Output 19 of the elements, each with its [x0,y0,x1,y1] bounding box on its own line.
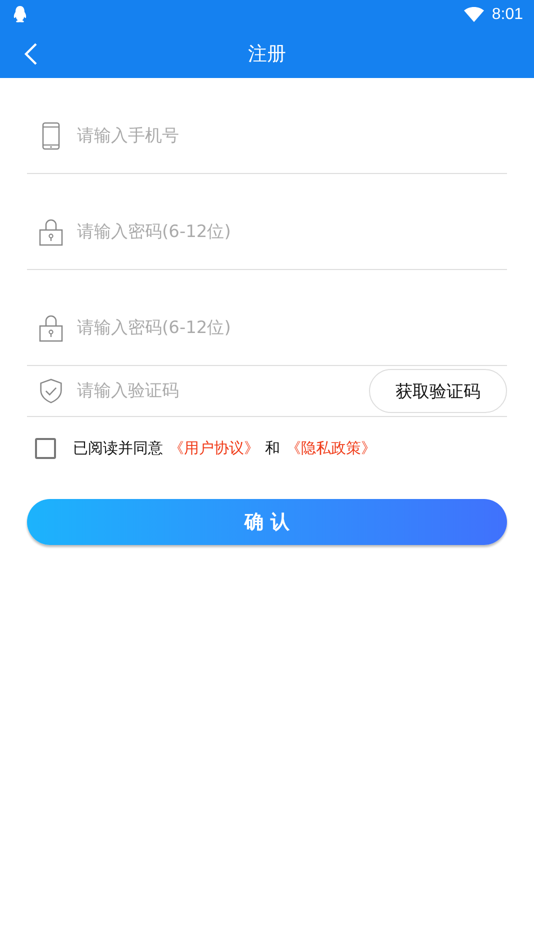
input-field[interactable]: 请输入密码(6-12位) [75,316,507,338]
back-icon[interactable] [24,42,38,66]
page-title: 注册 [248,42,286,67]
status-time: 8:01 [492,6,523,24]
penguin-icon [12,5,28,25]
shield-check-icon [39,377,63,405]
agreement-text: 已阅读并同意 [73,438,163,458]
wifi-icon [464,7,484,23]
get-code-button[interactable]: 获取验证码 [369,369,507,413]
agreement-checkbox[interactable] [35,438,56,458]
lock-icon [39,218,63,246]
input-field[interactable]: 请输入验证码 [75,380,369,402]
input-field[interactable]: 请输入密码(6-12位) [75,220,507,242]
input-field[interactable]: 请输入手机号 [75,124,507,146]
policy-link[interactable]: 《隐私政策》 [286,438,376,458]
lock-icon [39,314,63,342]
confirm-button[interactable]: 确 认 [27,499,507,545]
agreement-text: 和 [265,438,280,458]
policy-link[interactable]: 《用户协议》 [169,438,259,458]
